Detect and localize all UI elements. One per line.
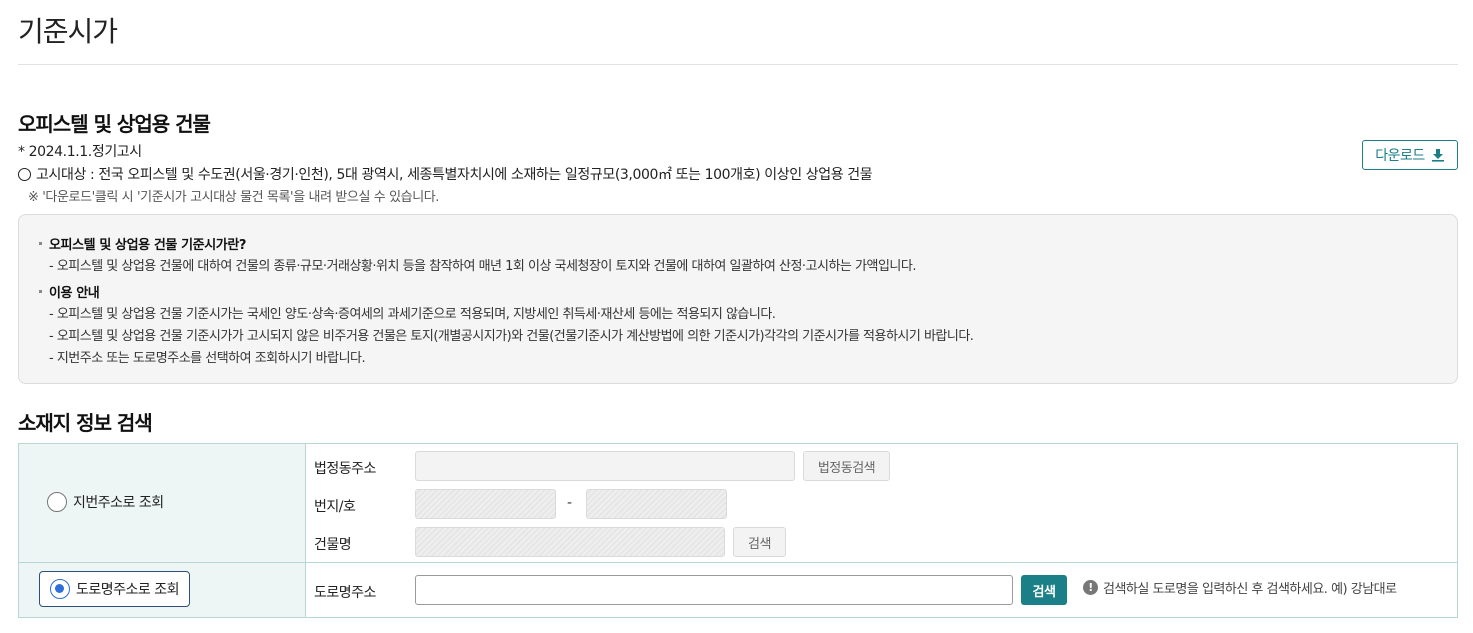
road-address-input[interactable] bbox=[415, 575, 1013, 605]
search-section-title: 소재지 정보 검색 bbox=[18, 411, 153, 435]
jibun-search-row: 지번주소로 조회 법정동주소 법정동검색 번지/호 - 건물명 검색 bbox=[19, 444, 1457, 563]
info-box: 오피스텔 및 상업용 건물 기준시가란? - 오피스텔 및 상업용 건물에 대하… bbox=[18, 214, 1458, 384]
info-heading: 이용 안내 bbox=[39, 281, 1457, 301]
road-address-label: 도로명주소 bbox=[314, 585, 376, 601]
jibun-option-cell: 지번주소로 조회 bbox=[19, 444, 306, 562]
road-radio-option[interactable]: 도로명주소로 조회 bbox=[39, 571, 190, 607]
road-search-row: 도로명주소로 조회 도로명주소 검색 ! 검색하실 도로명을 입력하신 후 검색… bbox=[19, 563, 1457, 617]
info-line: - 오피스텔 및 상업용 건물에 대하여 건물의 종류·규모·거래상황·위치 등… bbox=[49, 258, 916, 274]
road-radio-label: 도로명주소로 조회 bbox=[76, 582, 180, 598]
road-search-hint-text: 검색하실 도로명을 입력하신 후 검색하세요. 예) 강남대로 bbox=[1103, 582, 1397, 597]
download-note: ※ '다운로드'클릭 시 '기준시가 고시대상 물건 목록'을 내려 받으실 수… bbox=[28, 190, 440, 205]
lot-main-number-input[interactable] bbox=[415, 489, 556, 519]
building-name-input[interactable] bbox=[415, 527, 725, 557]
download-button-label: 다운로드 bbox=[1375, 147, 1425, 163]
notice-target-text: 고시대상 : 전국 오피스텔 및 수도권(서울·경기·인천), 5대 광역시, … bbox=[36, 167, 873, 183]
address-search-table: 지번주소로 조회 법정동주소 법정동검색 번지/호 - 건물명 검색 도로명주소… bbox=[18, 443, 1458, 618]
road-option-cell: 도로명주소로 조회 bbox=[19, 563, 306, 617]
info-line: - 오피스텔 및 상업용 건물 기준시가는 국세인 양도·상속·증여세의 과세기… bbox=[49, 306, 776, 322]
square-bullet-icon bbox=[39, 289, 42, 293]
building-name-label: 건물명 bbox=[314, 537, 352, 553]
info-line: - 오피스텔 및 상업용 건물 기준시가가 고시되지 않은 비주거용 건물은 토… bbox=[49, 328, 974, 344]
section-title: 오피스텔 및 상업용 건물 bbox=[18, 112, 211, 136]
download-icon bbox=[1431, 149, 1444, 162]
square-bullet-icon bbox=[39, 241, 42, 245]
notice-date: * 2024.1.1.정기고시 bbox=[18, 144, 142, 160]
page-title: 기준시가 bbox=[18, 15, 118, 48]
jibun-radio-option[interactable]: 지번주소로 조회 bbox=[47, 492, 164, 512]
info-heading: 오피스텔 및 상업용 건물 기준시가란? bbox=[39, 233, 1457, 253]
road-search-button[interactable]: 검색 bbox=[1021, 575, 1067, 605]
notice-target: 고시대상 : 전국 오피스텔 및 수도권(서울·경기·인천), 5대 광역시, … bbox=[18, 164, 873, 184]
download-button[interactable]: 다운로드 bbox=[1362, 140, 1458, 170]
jibun-radio-label: 지번주소로 조회 bbox=[73, 495, 164, 511]
circle-bullet-icon bbox=[18, 167, 31, 181]
radio-unselected-icon[interactable] bbox=[47, 492, 67, 512]
lot-separator: - bbox=[567, 495, 573, 511]
info-line: - 지번주소 또는 도로명주소를 선택하여 조회하시기 바랍니다. bbox=[49, 350, 366, 366]
title-divider bbox=[18, 64, 1458, 65]
legal-dong-label: 법정동주소 bbox=[314, 461, 376, 477]
legal-dong-input[interactable] bbox=[415, 451, 795, 481]
lot-number-label: 번지/호 bbox=[314, 499, 356, 515]
road-search-hint: ! 검색하실 도로명을 입력하신 후 검색하세요. 예) 강남대로 bbox=[1083, 578, 1397, 597]
exclamation-icon: ! bbox=[1083, 580, 1098, 595]
lot-sub-number-input[interactable] bbox=[586, 489, 727, 519]
legal-dong-search-button[interactable]: 법정동검색 bbox=[803, 451, 890, 481]
building-search-button[interactable]: 검색 bbox=[733, 527, 786, 557]
radio-selected-icon[interactable] bbox=[50, 579, 70, 599]
